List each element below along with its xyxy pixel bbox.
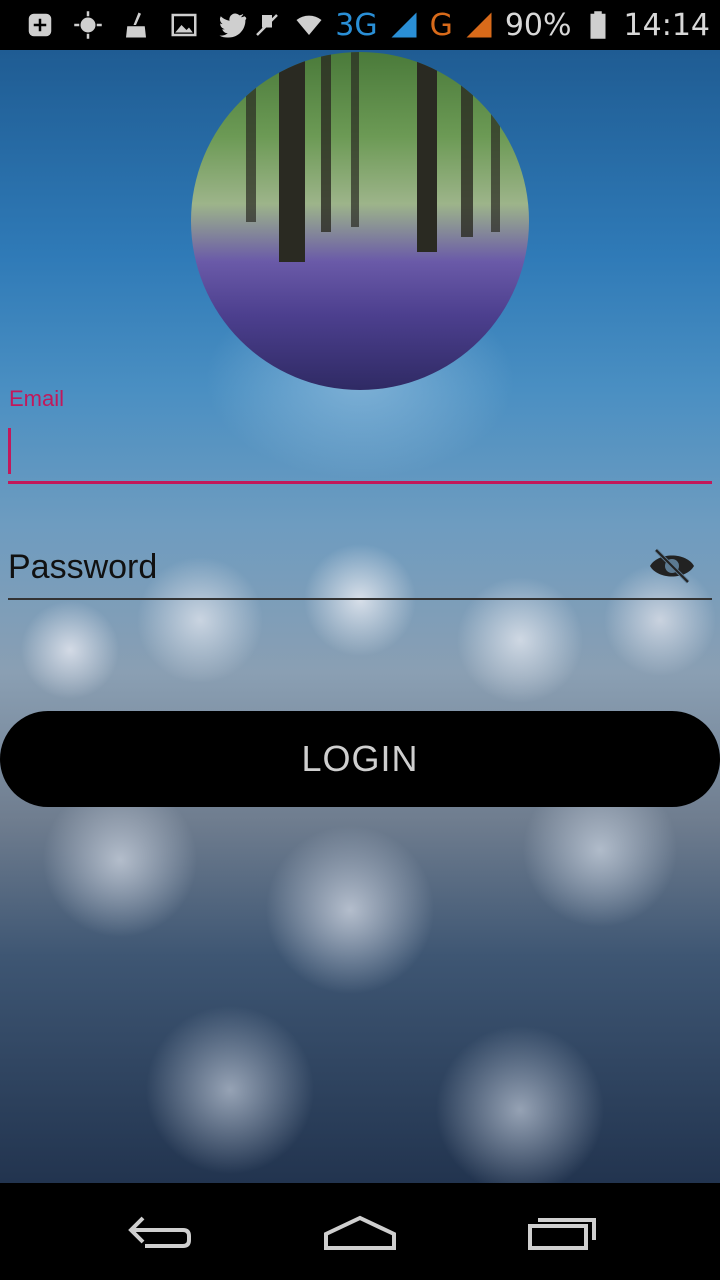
cleaner-icon: [120, 9, 152, 41]
login-screen: Email LOGIN: [0, 50, 720, 1183]
twitter-icon: [216, 9, 248, 41]
status-icons-right: 3G G 90% 14:14: [251, 0, 710, 50]
network-g-label: G: [429, 7, 453, 43]
mute-icon: [251, 9, 283, 41]
password-field[interactable]: [8, 536, 712, 600]
text-cursor: [8, 428, 11, 474]
image-icon: [168, 9, 200, 41]
profile-avatar: [191, 52, 529, 390]
clock: 14:14: [623, 7, 710, 43]
status-bar: 3G G 90% 14:14: [0, 0, 720, 50]
battery-icon: [582, 9, 614, 41]
add-icon: [24, 9, 56, 41]
navigation-bar: [0, 1183, 720, 1280]
password-visibility-toggle-icon[interactable]: [648, 546, 696, 586]
battery-percent: 90%: [504, 7, 572, 43]
status-icons-left: [0, 9, 248, 41]
network-3g-label: 3G: [335, 7, 378, 43]
back-icon[interactable]: [120, 1207, 200, 1257]
signal-roaming-icon: [463, 9, 495, 41]
home-icon[interactable]: [320, 1207, 400, 1257]
background-clouds: [0, 530, 720, 1183]
email-label: Email: [9, 386, 65, 411]
signal-icon: [388, 9, 420, 41]
wifi-icon: [293, 9, 325, 41]
login-button[interactable]: LOGIN: [0, 711, 720, 807]
brightness-icon: [72, 9, 104, 41]
recents-icon[interactable]: [522, 1207, 602, 1257]
email-field[interactable]: [8, 422, 712, 484]
